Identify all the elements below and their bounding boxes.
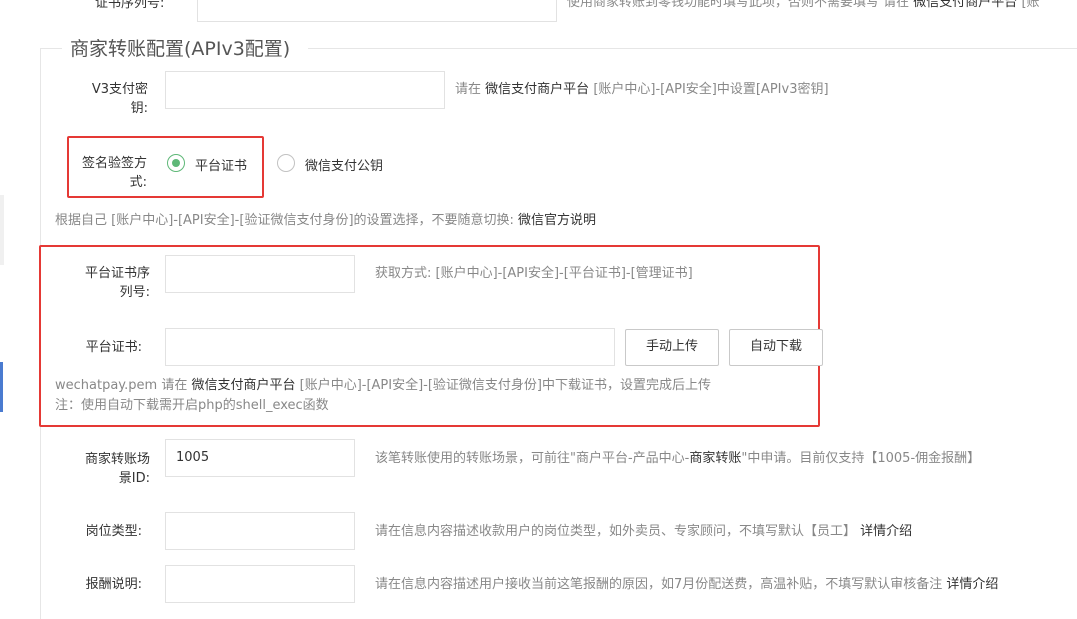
sign-method-label: 签名验签方式: (81, 156, 147, 190)
job-type-detail-link[interactable]: 详情介绍 (860, 524, 912, 539)
job-type-input[interactable] (165, 512, 355, 550)
cert-serial-hint: 使用商家转账到零钱功能时填写此项，否则不需要填写 请在 微信支付商户平台 [账 (567, 0, 1040, 12)
job-type-hint: 请在信息内容描述收款用户的岗位类型，如外卖员、专家顾问，不填写默认【员工】 详情… (375, 524, 913, 539)
scene-id-label: 商家转账场景ID: (84, 452, 150, 486)
download-button[interactable]: 自动下载 (729, 329, 823, 366)
scene-id-hint: 该笔转账使用的转账场景，可前往"商户平台-产品中心-商家转账"中申请。目前仅支持… (375, 451, 981, 466)
sidebar-strip (0, 195, 4, 265)
radio-platform-cert-label[interactable]: 平台证书 (195, 155, 247, 174)
sign-method-hint: 根据自己 [账户中心]-[API安全]-[验证微信支付身份]的设置选择，不要随意… (55, 213, 597, 228)
radio-platform-cert[interactable] (167, 154, 185, 172)
merchant-platform-link[interactable]: 微信支付商户平台 (191, 378, 295, 393)
v3-key-hint: 请在 微信支付商户平台 [账户中心]-[API安全]中设置[APIv3密钥] (455, 82, 829, 97)
fieldset-top-left (40, 48, 62, 49)
job-type-label: 岗位类型: (85, 524, 142, 539)
v3-key-label: V3支付密钥: (91, 82, 148, 116)
reward-desc-label: 报酬说明: (85, 577, 142, 592)
merchant-platform-link[interactable]: 微信支付商户平台 (913, 0, 1017, 10)
section-legend: 商家转账配置(APIv3配置) (70, 38, 291, 60)
cert-serial-input[interactable] (197, 0, 557, 22)
cert-serial-label: 证书序列号: (95, 0, 165, 11)
platform-serial-input[interactable] (165, 255, 355, 293)
platform-serial-hint: 获取方式: [账户中心]-[API安全]-[平台证书]-[管理证书] (375, 266, 693, 281)
merchant-transfer-link[interactable]: 商家转账 (689, 451, 741, 466)
platform-cert-hint: wechatpay.pem 请在 微信支付商户平台 [账户中心]-[API安全]… (55, 378, 712, 393)
radio-wechat-pubkey[interactable] (277, 154, 295, 172)
reward-desc-hint: 请在信息内容描述用户接收当前这笔报酬的原因，如7月份配送费，高温补贴，不填写默认… (375, 577, 999, 592)
platform-serial-label: 平台证书序列号: (84, 266, 150, 300)
scene-id-input[interactable]: 1005 (165, 439, 355, 477)
reward-detail-link[interactable]: 详情介绍 (946, 577, 998, 592)
reward-desc-input[interactable] (165, 565, 355, 603)
v3-key-input[interactable] (165, 71, 445, 109)
platform-cert-input[interactable] (165, 328, 615, 366)
wechat-doc-link[interactable]: 微信官方说明 (518, 213, 596, 228)
sidebar-active-indicator (0, 362, 3, 412)
radio-wechat-pubkey-label[interactable]: 微信支付公钥 (305, 155, 383, 174)
platform-cert-label: 平台证书: (85, 340, 142, 355)
fieldset-top-right (308, 48, 1077, 49)
platform-cert-note: 注：使用自动下载需开启php的shell_exec函数 (55, 398, 329, 413)
upload-button[interactable]: 手动上传 (625, 329, 719, 366)
merchant-platform-link[interactable]: 微信支付商户平台 (485, 82, 589, 97)
